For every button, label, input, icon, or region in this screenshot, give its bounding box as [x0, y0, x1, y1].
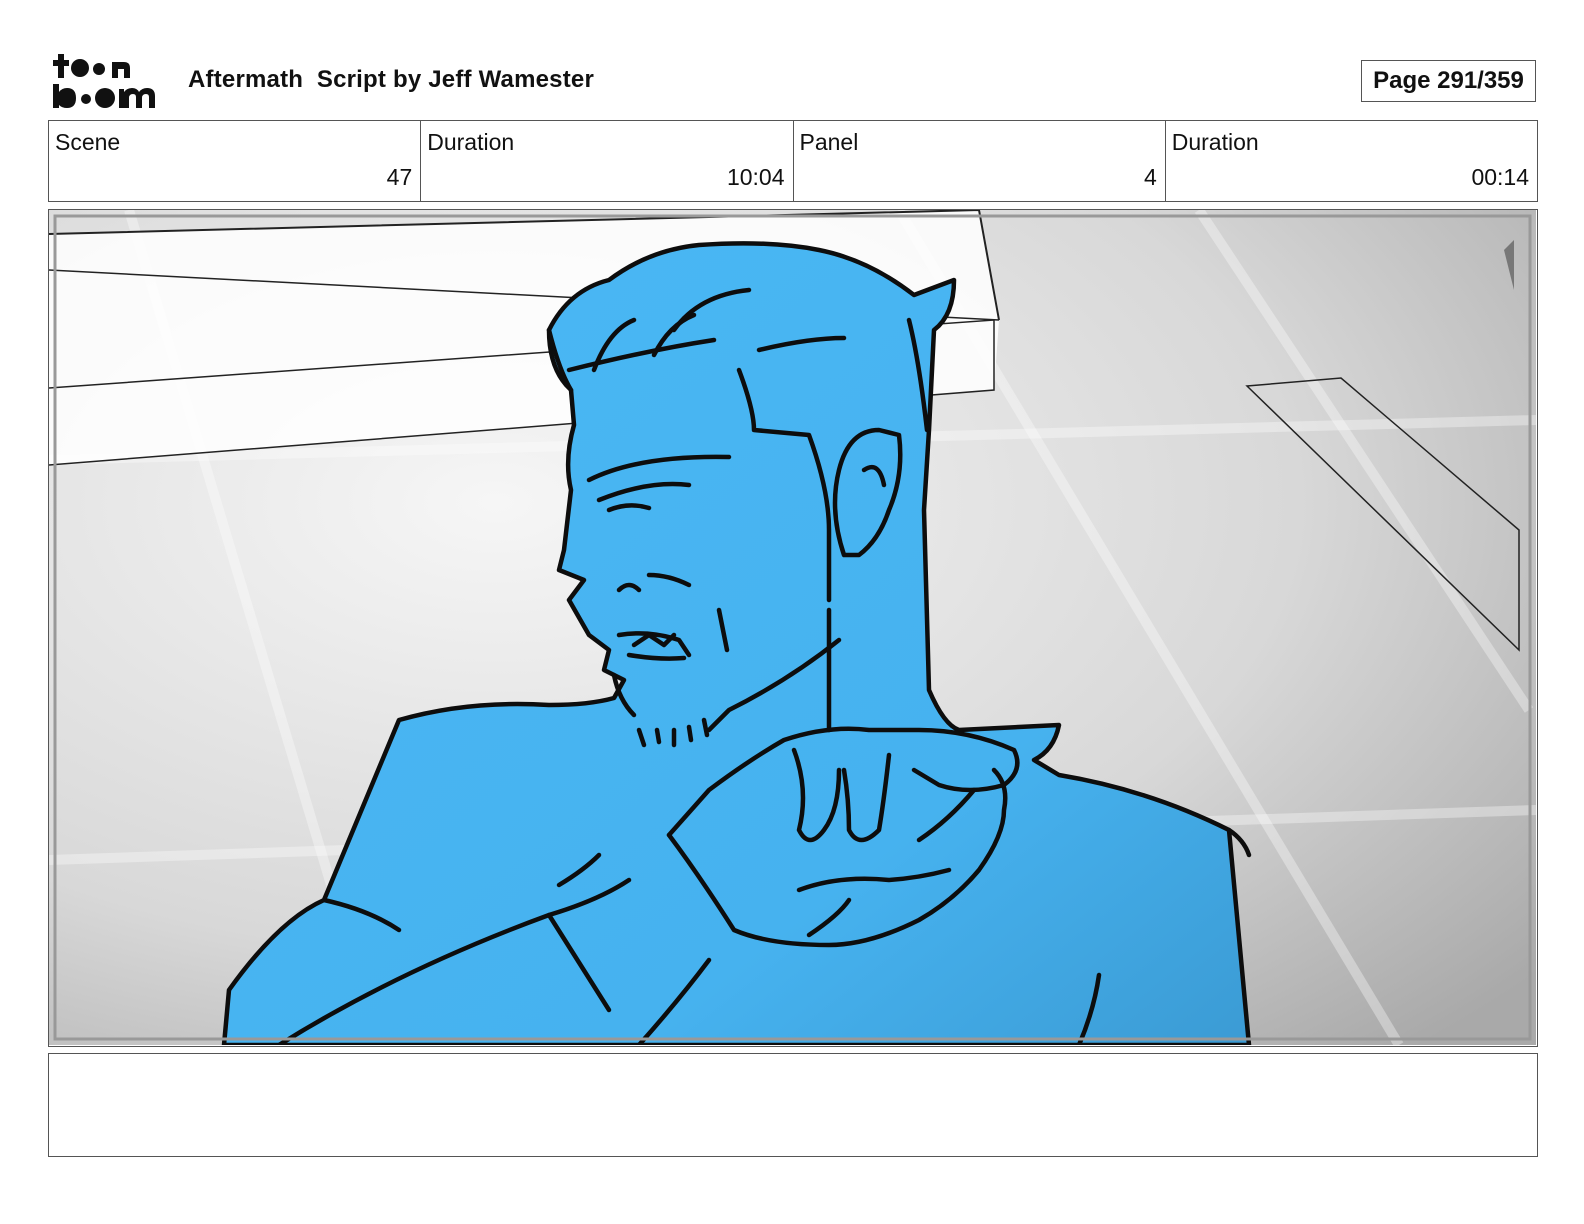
panel-duration-value: 00:14 — [1471, 164, 1529, 190]
panel-notes-area — [48, 1053, 1538, 1157]
panel-value: 4 — [1143, 164, 1157, 190]
panel-label: Panel — [799, 129, 859, 155]
panel-duration-cell: Duration 00:14 — [1166, 121, 1537, 201]
panel-sketch-image — [49, 210, 1536, 1045]
toon-boom-logo — [52, 52, 164, 110]
scene-duration-value: 10:04 — [726, 164, 785, 190]
scene-label: Scene — [55, 129, 121, 155]
panel-duration-label: Duration — [1171, 129, 1259, 155]
storyboard-panel-frame — [48, 209, 1538, 1047]
document-title: Aftermath Script by Jeff Wamester — [188, 66, 595, 93]
scene-info-bar: Scene 47 Duration 10:04 Panel 4 Duration… — [48, 120, 1538, 202]
panel-cell: Panel 4 — [794, 121, 1166, 201]
scene-value: 47 — [386, 164, 413, 190]
page-number-box: Page 291/359 — [1361, 60, 1536, 102]
scene-cell: Scene 47 — [49, 121, 422, 201]
scene-duration-cell: Duration 10:04 — [421, 121, 794, 201]
scene-duration-label: Duration — [427, 129, 515, 155]
